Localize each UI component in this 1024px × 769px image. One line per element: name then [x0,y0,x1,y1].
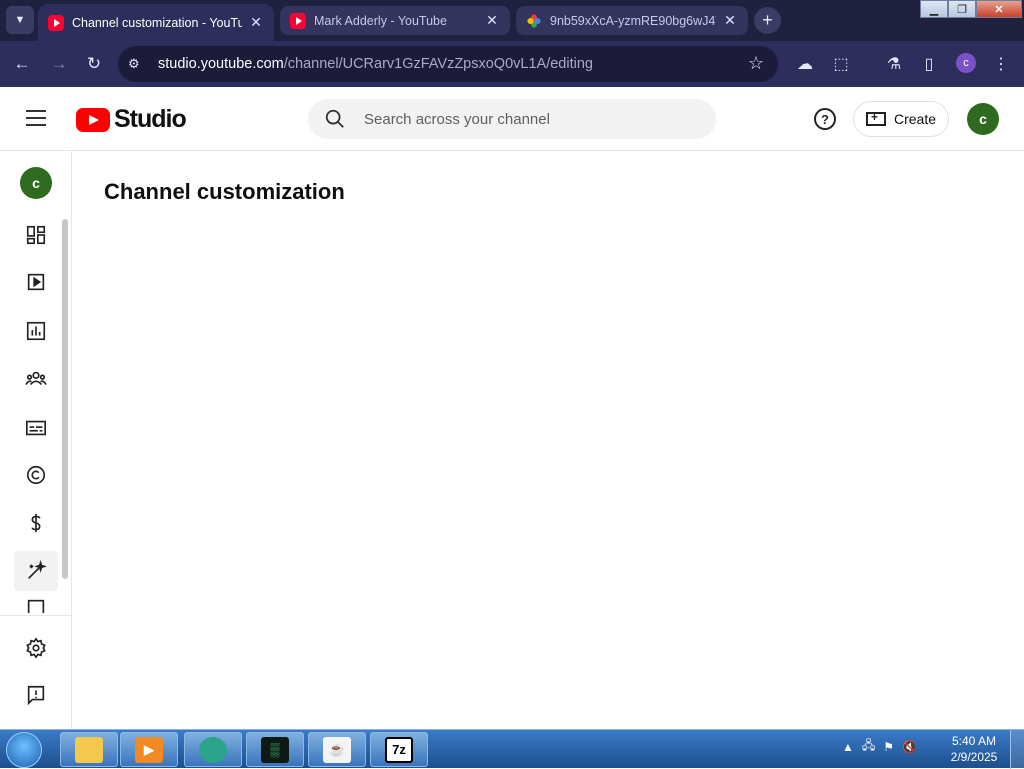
system-tray: ▲ 🖧 ⚑ 🔇 [842,736,917,757]
subtitles-icon [26,420,46,436]
bookmark-star-icon[interactable]: ☆ [748,53,764,74]
taskbar-browser[interactable] [184,732,242,767]
dashboard-icon [26,225,46,245]
clock-time: 5:40 AM [951,734,997,748]
menu-dots-icon[interactable]: ⋮ [990,53,1012,75]
earn-icon [31,513,41,533]
search-icon [325,109,344,128]
create-label: Create [893,111,937,127]
sidebar-item-community[interactable] [14,359,58,399]
search-bar[interactable] [308,99,716,139]
sidebar-item-earn[interactable] [14,503,58,543]
studio-header: Studio ? Create c [0,87,1024,151]
sidebar-item-content[interactable] [14,262,58,302]
taskbar-terminal[interactable]: ▒ [246,732,304,767]
labs-icon[interactable]: ⚗ [883,53,905,75]
minimize-button[interactable]: ▁ [920,0,948,18]
menu-icon[interactable] [26,110,48,128]
sidebar-item-audio-library[interactable] [14,597,58,613]
show-desktop-button[interactable] [1010,730,1024,769]
sidebar-item-settings[interactable] [14,628,58,668]
content-icon [27,273,45,291]
7zip-icon: 7z [385,736,413,763]
restore-button[interactable]: ❐ [948,0,976,18]
search-input[interactable] [364,110,664,128]
media-player-icon: ▶ [135,736,163,763]
community-icon [25,371,47,386]
terminal-icon: ▒ [261,736,289,763]
tab-mark-adderly[interactable]: Mark Adderly - YouTube ✕ [280,6,510,35]
browser-profile-avatar[interactable]: c [956,53,976,73]
tab-title: 9nb59xXcA-yzmRE90bg6wJ4V [550,13,716,28]
window-close-button[interactable]: ✕ [976,0,1022,18]
create-button[interactable]: Create [853,101,949,137]
clock-date: 2/9/2025 [950,750,998,764]
copyright-icon [26,465,46,485]
settings-icon [26,637,46,659]
show-hidden-icons-icon[interactable]: ▲ [842,740,854,754]
close-icon[interactable]: ✕ [484,12,500,29]
reload-button[interactable]: ↻ [81,51,107,77]
window-controls: ▁ ❐ ✕ [920,0,1022,18]
taskbar-file-explorer[interactable] [60,732,118,767]
analytics-icon [26,321,46,341]
page-title: Channel customization [104,179,345,204]
audio-library-icon [27,599,45,613]
browser-icon [199,736,227,763]
youtube-logo-icon [76,107,110,132]
site-info-icon[interactable]: ⚙ [128,56,148,72]
forward-button[interactable]: → [46,51,72,77]
close-icon[interactable]: ✕ [248,14,264,31]
sidebar-item-copyright[interactable] [14,455,58,495]
file-explorer-icon [75,736,103,763]
back-button[interactable]: ← [9,51,35,77]
logo-text: Studio [114,105,187,133]
address-bar[interactable]: ⚙ studio.youtube.com/channel/UCRarv1GzFA… [118,46,778,82]
tab-title: Mark Adderly - YouTube [314,13,447,28]
sidebar-item-analytics[interactable] [14,311,58,351]
tab-channel-customization[interactable]: Channel customization - YouTube Studio ✕ [38,4,274,41]
tab-search-button[interactable]: ▼ [6,6,34,34]
sidebar: c [0,151,72,729]
studio-logo[interactable]: Studio [76,105,187,134]
youtube-icon [48,14,64,31]
taskbar-media-player[interactable]: ▶ [120,732,178,767]
extensions-icon[interactable]: ⬚ [830,53,852,75]
sidebar-item-customization[interactable] [14,551,58,591]
help-icon[interactable]: ? [814,108,836,130]
close-icon[interactable]: ✕ [722,12,738,29]
create-video-icon [865,110,886,126]
sidebar-divider [0,615,72,616]
browser-toolbar: ← → ↻ ⚙ studio.youtube.com/channel/UCRar… [0,41,1024,87]
customization-icon [28,560,47,579]
clock[interactable]: 5:40 AM 2/9/2025 [946,733,1002,765]
tab-image[interactable]: 9nb59xXcA-yzmRE90bg6wJ4V ✕ [516,6,748,35]
taskbar: ▶ ▒ ☕ 7z ▲ 🖧 ⚑ 🔇 5:40 AM 2/9/2025 [0,729,1024,769]
start-button[interactable] [6,732,42,768]
channel-avatar[interactable]: c [20,167,52,199]
pinwheel-icon [527,13,541,28]
tab-title: Channel customization - YouTube Studio [72,15,242,30]
taskbar-7zip[interactable]: 7z [370,732,428,767]
url-text: studio.youtube.com/channel/UCRarv1GzFAVz… [158,56,593,72]
browser-tab-bar: ▼ Channel customization - YouTube Studio… [0,0,1024,41]
account-avatar[interactable]: c [967,103,999,135]
feedback-icon [27,685,45,706]
sidebar-item-dashboard[interactable] [14,215,58,255]
volume-muted-icon[interactable]: 🔇 [902,740,917,754]
sidebar-scrollbar[interactable] [62,219,68,579]
cloud-extension-icon[interactable]: ☁ [794,53,816,75]
taskbar-java[interactable]: ☕ [308,732,366,767]
sidebar-item-subtitles[interactable] [14,408,58,448]
java-icon: ☕ [323,736,351,763]
network-icon[interactable]: 🖧 [862,736,875,757]
action-center-flag-icon[interactable]: ⚑ [883,740,894,754]
main-content: Channel customization [72,151,1024,729]
side-panel-icon[interactable]: ▯ [918,53,940,75]
sidebar-item-feedback[interactable] [14,675,58,715]
youtube-icon [290,12,306,29]
new-tab-button[interactable]: + [754,7,781,34]
